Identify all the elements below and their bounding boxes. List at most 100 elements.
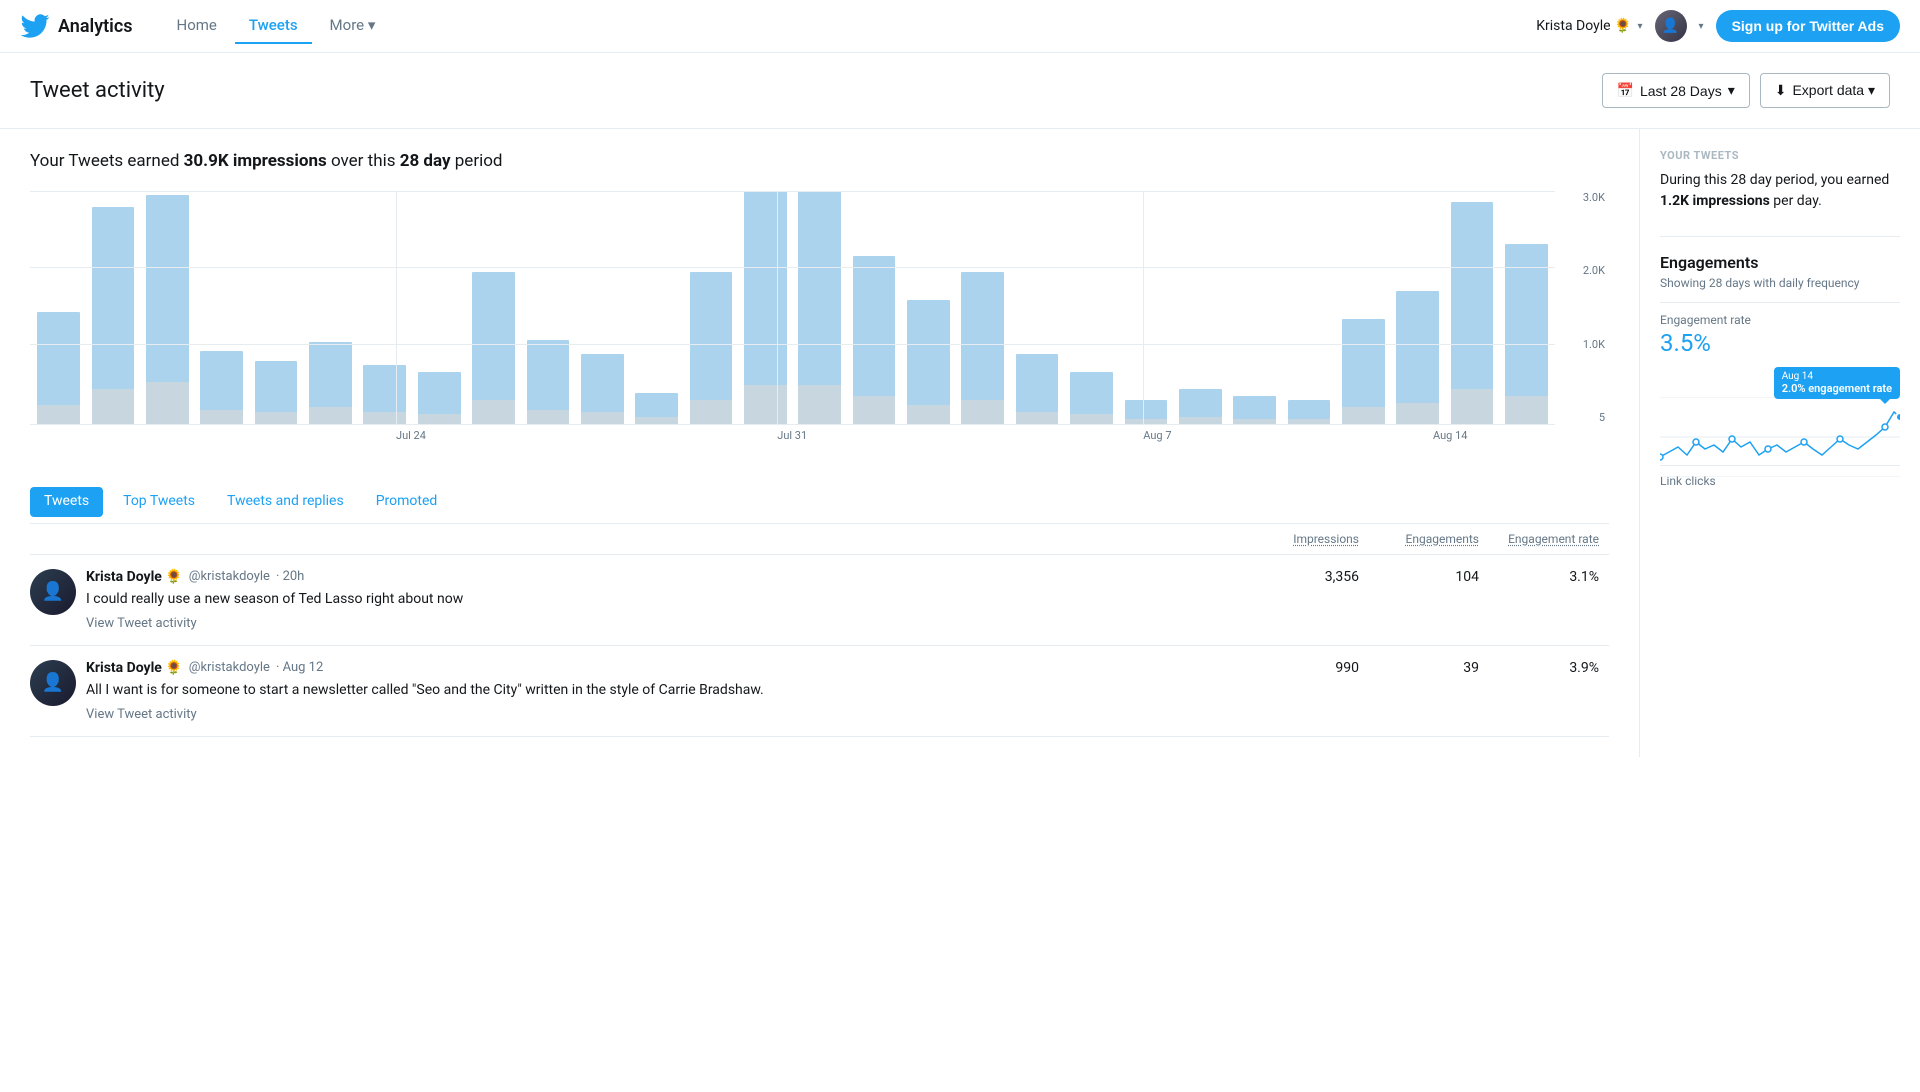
y-label-5: 5: [1599, 411, 1605, 424]
view-tweet-activity-link[interactable]: View Tweet activity: [86, 707, 1239, 722]
bar-impressions: [1233, 396, 1276, 419]
bar-group: [1119, 191, 1172, 424]
summary-middle: over this: [327, 151, 400, 171]
engagements-column-header[interactable]: Engagements: [1369, 532, 1489, 546]
impressions-summary: Your Tweets earned 30.9K impressions ove…: [30, 149, 1609, 175]
tab-tweets[interactable]: Tweets: [30, 487, 103, 517]
bar-engagements: [200, 410, 243, 424]
bar-impressions: [200, 351, 243, 409]
tweets-list: 👤 Krista Doyle 🌻 @kristakdoyle · 20h I c…: [30, 555, 1609, 737]
your-tweets-title: YOUR TWEETS: [1660, 149, 1900, 162]
tweet-meta: Krista Doyle 🌻 @kristakdoyle · 20h: [86, 569, 1239, 585]
bar-impressions: [255, 361, 298, 412]
tweet-time: · Aug 12: [276, 660, 323, 675]
nav-tweets[interactable]: Tweets: [235, 8, 312, 44]
x-axis-labels: Jul 24 Jul 31 Aug 7 Aug 14: [30, 429, 1555, 451]
divider: [1660, 302, 1900, 303]
right-panel: YOUR TWEETS During this 28 day period, y…: [1640, 129, 1920, 757]
bar-group: [32, 191, 85, 424]
y-label-1k: 1.0K: [1583, 338, 1605, 351]
engagement-rate-column-header[interactable]: Engagement rate: [1489, 532, 1609, 546]
tab-tweets-replies[interactable]: Tweets and replies: [211, 481, 360, 523]
avatar-caret-icon: ▾: [1699, 21, 1704, 32]
tweet-engagements: 39: [1369, 660, 1489, 676]
bar-engagements: [1125, 419, 1168, 424]
user-menu[interactable]: Krista Doyle 🌻 ▾: [1536, 18, 1642, 34]
tweet-stats: 990 39 3.9%: [1249, 660, 1609, 676]
bar-engagements: [744, 385, 787, 424]
avatar-image: 👤: [1655, 10, 1687, 42]
logo[interactable]: Analytics: [20, 14, 133, 38]
twitter-logo-icon: [20, 14, 50, 38]
summary-prefix: Your Tweets earned: [30, 151, 184, 171]
tweet-avatar: 👤: [30, 569, 76, 615]
bar-impressions: [1125, 400, 1168, 419]
bar-engagements: [1179, 417, 1222, 424]
bar-group: [1010, 191, 1063, 424]
bar-engagements: [1342, 407, 1385, 423]
tooltip-date: Aug 14: [1782, 371, 1892, 382]
bar-group: [249, 191, 302, 424]
bar-group: [86, 191, 139, 424]
bar-engagements: [1396, 403, 1439, 424]
bar-engagements: [1016, 412, 1059, 424]
tab-top-tweets[interactable]: Top Tweets: [107, 481, 211, 523]
bar-engagements: [309, 407, 352, 423]
line-chart-svg: [1660, 397, 1900, 477]
bar-group: [684, 191, 737, 424]
bar-impressions: [798, 191, 841, 385]
bars-container: [30, 191, 1555, 424]
y-label-2k: 2.0K: [1583, 264, 1605, 277]
bar-group: [1065, 191, 1118, 424]
tweet-handle: @kristakdoyle: [189, 660, 270, 675]
nav-more[interactable]: More ▾: [316, 8, 390, 44]
bar-engagements: [472, 400, 515, 423]
bar-group: [195, 191, 248, 424]
bar-impressions: [744, 191, 787, 385]
chart-tooltip: Aug 14 2.0% engagement rate: [1774, 367, 1900, 399]
tweet-avatar-image: 👤: [30, 660, 76, 706]
tweet-engagement-rate: 3.9%: [1489, 660, 1609, 676]
avatar[interactable]: 👤: [1655, 10, 1687, 42]
bar-impressions: [472, 272, 515, 400]
main-nav: Home Tweets More ▾: [163, 8, 1537, 44]
tweet-time: · 20h: [276, 569, 304, 584]
your-tweets-impressions: 1.2K impressions: [1660, 193, 1770, 209]
export-button[interactable]: ⬇ Export data ▾: [1760, 73, 1890, 108]
summary-impressions: 30.9K impressions: [184, 151, 327, 171]
bar-impressions: [309, 342, 352, 407]
view-tweet-activity-link[interactable]: View Tweet activity: [86, 616, 1239, 631]
summary-period: 28 day: [400, 151, 451, 171]
tweet-text: I could really use a new season of Ted L…: [86, 589, 1239, 610]
signup-button[interactable]: Sign up for Twitter Ads: [1716, 10, 1900, 42]
chart-bars-area: [30, 191, 1555, 425]
page-title: Tweet activity: [30, 78, 165, 103]
bar-group: [956, 191, 1009, 424]
bar-group: [847, 191, 900, 424]
date-filter-button[interactable]: 📅 Last 28 Days ▾: [1602, 73, 1750, 108]
tab-promoted[interactable]: Promoted: [360, 481, 454, 523]
tweet-stats: 3,356 104 3.1%: [1249, 569, 1609, 585]
bar-impressions: [1396, 291, 1439, 403]
bar-impressions: [418, 372, 461, 414]
impressions-column-header[interactable]: Impressions: [1249, 532, 1369, 546]
bar-group: [1445, 191, 1498, 424]
user-name: Krista Doyle 🌻: [1536, 18, 1631, 34]
bar-engagements: [961, 400, 1004, 423]
bar-group: [630, 191, 683, 424]
nav-home[interactable]: Home: [163, 8, 231, 44]
bar-engagements: [255, 412, 298, 424]
bar-engagements: [1070, 414, 1113, 423]
bar-engagements: [1288, 419, 1331, 424]
tweet-content: Krista Doyle 🌻 @kristakdoyle · Aug 12 Al…: [86, 660, 1239, 722]
tweet-author: Krista Doyle 🌻: [86, 569, 183, 585]
bar-engagements: [92, 389, 135, 424]
bar-impressions: [146, 195, 189, 381]
page-header: Tweet activity 📅 Last 28 Days ▾ ⬇ Export…: [0, 53, 1920, 129]
bar-group: [1174, 191, 1227, 424]
bar-engagements: [690, 400, 733, 423]
bar-engagements: [363, 412, 406, 424]
export-icon: ⬇: [1775, 82, 1787, 99]
engagement-rate-value: 3.5%: [1660, 329, 1900, 357]
bar-group: [1228, 191, 1281, 424]
